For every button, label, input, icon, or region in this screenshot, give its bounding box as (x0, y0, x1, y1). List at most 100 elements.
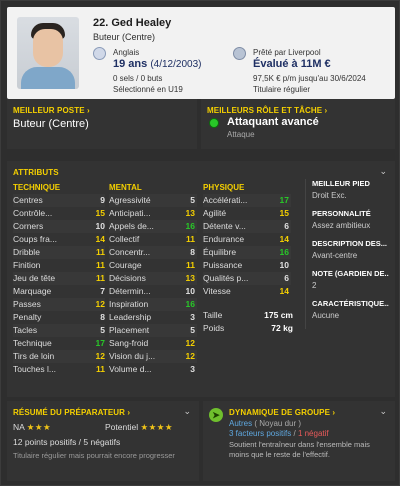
attribute-value: 13 (185, 208, 195, 218)
physical-title: PHYSIQUE (203, 183, 245, 192)
attribute-row[interactable]: Décisions 13 (109, 272, 197, 285)
attribute-row[interactable]: Vitesse 14 (203, 285, 291, 298)
attribute-name: Technique (13, 338, 52, 348)
height-weight: Taille 175 cm Poids 72 kg (203, 309, 293, 335)
attribute-row[interactable]: Accélérati... 17 (203, 194, 291, 207)
attribute-name: Agilité (203, 208, 227, 218)
attribute-row[interactable]: Leadership 3 (109, 311, 197, 324)
attribute-name: Volume d... (109, 364, 152, 374)
attribute-value: 12 (95, 351, 105, 361)
player-caps: 0 sels / 0 buts (113, 74, 163, 83)
attribute-row[interactable]: Détermin... 10 (109, 285, 197, 298)
attribute-value: 14 (279, 286, 289, 296)
attribute-name: Corners (13, 221, 44, 231)
attribute-row[interactable]: Agressivité 5 (109, 194, 197, 207)
attribute-name: Puissance (203, 260, 243, 270)
player-selection: Sélectionné en U19 (113, 85, 183, 94)
best-role-link[interactable]: MEILLEURS RÔLE ET TÂCHE › (207, 106, 327, 115)
player-nationality[interactable]: Anglais (113, 48, 139, 57)
attribute-value: 14 (95, 234, 105, 244)
attributes-panel: ATTRIBUTS ⌄ TECHNIQUE MENTAL PHYSIQUE Ce… (7, 161, 395, 397)
attribute-row[interactable]: Tacles 5 (13, 324, 105, 337)
attribute-value: 17 (95, 338, 105, 348)
attribute-row[interactable]: Technique 17 (13, 337, 105, 350)
age-value: 19 ans (113, 58, 148, 70)
attribute-row[interactable]: Courage 11 (109, 259, 197, 272)
description-title: DESCRIPTION DES... (312, 239, 388, 248)
attribute-name: Sang-froid (109, 338, 149, 348)
coach-report-link[interactable]: RÉSUMÉ DU PRÉPARATEUR › (13, 408, 130, 417)
attribute-row[interactable]: Placement 5 (109, 324, 197, 337)
attribute-row[interactable]: Marquage 7 (13, 285, 105, 298)
attribute-row[interactable]: Jeu de tête 11 (13, 272, 105, 285)
attribute-name: Équilibre (203, 247, 237, 257)
attribute-row[interactable]: Volume d... 3 (109, 363, 197, 376)
positive-factors: 3 facteurs positifs (229, 429, 292, 438)
attribute-row[interactable]: Appels de... 16 (109, 220, 197, 233)
attribute-value: 12 (185, 338, 195, 348)
squad-status: Titulaire régulier (253, 85, 311, 94)
player-position: Buteur (Centre) (93, 32, 156, 42)
attribute-row[interactable]: Vision du j... 12 (109, 350, 197, 363)
attribute-row[interactable]: Dribble 11 (13, 246, 105, 259)
attribute-value: 8 (100, 312, 105, 322)
attribute-value: 12 (185, 351, 195, 361)
attribute-value: 16 (185, 221, 195, 231)
foot-value: Droit Exc. (312, 191, 347, 200)
attribute-name: Centres (13, 195, 43, 205)
attribute-row[interactable]: Touches l... 11 (13, 363, 105, 376)
attribute-row[interactable]: Corners 10 (13, 220, 105, 233)
dynamics-chevron-down-icon[interactable]: ⌄ (379, 406, 387, 417)
attribute-name: Accélérati... (203, 195, 248, 205)
attribute-name: Appels de... (109, 221, 154, 231)
attribute-row[interactable]: Collectif 11 (109, 233, 197, 246)
social-group: Autres ( Noyau dur ) (229, 419, 301, 428)
group-name[interactable]: Autres (229, 419, 252, 428)
report-summary: Titulaire régulier mais pourrait encore … (13, 451, 175, 460)
attribute-row[interactable]: Finition 11 (13, 259, 105, 272)
attribute-row[interactable]: Coups fra... 14 (13, 233, 105, 246)
attribute-row[interactable]: Endurance 14 (203, 233, 291, 246)
attribute-row[interactable]: Inspiration 16 (109, 298, 197, 311)
attribute-value: 11 (96, 247, 105, 257)
player-value: Évalué à 11M € (253, 58, 331, 70)
player-name[interactable]: 22. Ged Healey (93, 17, 171, 29)
attribute-row[interactable]: Équilibre 16 (203, 246, 291, 259)
attribute-row[interactable]: Concentr... 8 (109, 246, 197, 259)
attribute-row[interactable]: Sang-froid 12 (109, 337, 197, 350)
dob-value: (4/12/2003) (150, 59, 202, 70)
attribute-name: Courage (109, 260, 142, 270)
report-chevron-down-icon[interactable]: ⌄ (183, 406, 191, 417)
attribute-value: 8 (190, 247, 195, 257)
best-position-value: Buteur (Centre) (13, 118, 89, 130)
attribute-value: 5 (100, 325, 105, 335)
personality: PERSONNALITÉ Assez ambitieux (312, 209, 389, 230)
attribute-row[interactable]: Tirs de loin 12 (13, 350, 105, 363)
attribute-row[interactable]: Qualités p... 6 (203, 272, 291, 285)
player-header: 22. Ged Healey Buteur (Centre) Anglais 1… (7, 7, 395, 99)
attribute-value: 14 (279, 234, 289, 244)
attributes-chevron-down-icon[interactable]: ⌄ (379, 166, 387, 177)
attribute-row[interactable]: Anticipati... 13 (109, 207, 197, 220)
loan-info[interactable]: Prêté par Liverpool (253, 48, 321, 57)
attribute-row[interactable]: Puissance 10 (203, 259, 291, 272)
attribute-value: 12 (95, 299, 105, 309)
attribute-value: 11 (96, 364, 105, 374)
attribute-row[interactable]: Penalty 8 (13, 311, 105, 324)
attribute-row[interactable]: Agilité 15 (203, 207, 291, 220)
dynamics-link[interactable]: DYNAMIQUE DE GROUPE › (229, 408, 335, 417)
attribute-row[interactable]: Passes 12 (13, 298, 105, 311)
attribute-name: Vision du j... (109, 351, 156, 361)
height-value: 175 cm (264, 310, 293, 320)
attribute-row[interactable]: Centres 9 (13, 194, 105, 207)
best-role-panel: MEILLEURS RÔLE ET TÂCHE › Attaquant avan… (201, 99, 395, 149)
player-avatar (17, 17, 79, 89)
attribute-row[interactable]: Contrôle... 15 (13, 207, 105, 220)
best-role-duty: Attaque (227, 130, 255, 139)
report-points: 12 points positifs / 5 négatifs (13, 437, 121, 447)
ability-stars-icon: ★★★ (26, 422, 52, 432)
attribute-row[interactable]: Détente v... 6 (203, 220, 291, 233)
player-wage: 97,5K € p/m jusqu'au 30/6/2024 (253, 74, 366, 83)
attribute-value: 3 (190, 312, 195, 322)
best-position-link[interactable]: MEILLEUR POSTE › (13, 106, 90, 115)
